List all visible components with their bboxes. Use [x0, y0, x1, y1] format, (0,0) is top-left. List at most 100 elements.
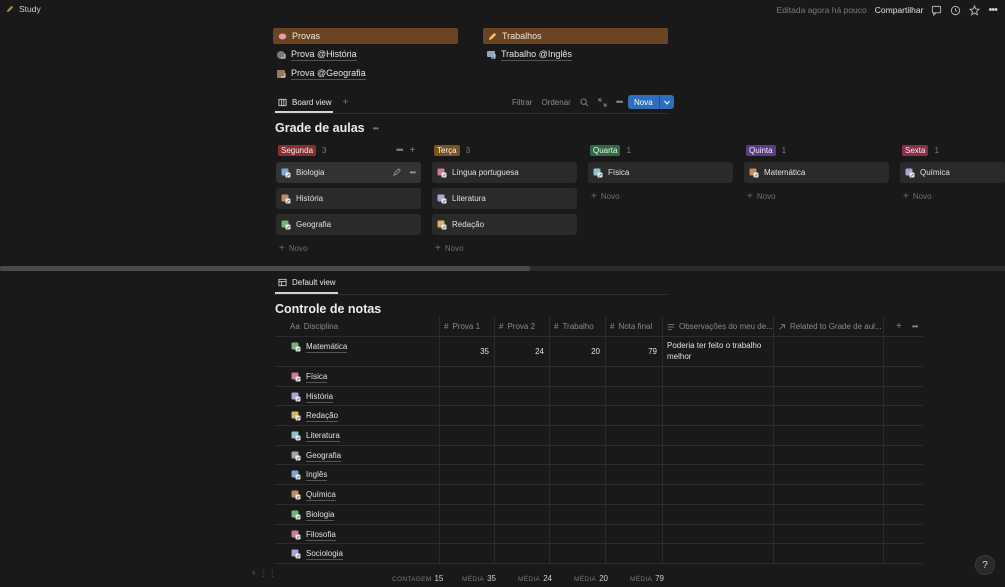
col-nota-final[interactable]: # Nota final: [606, 316, 663, 337]
add-new-card[interactable]: + Novo: [591, 191, 620, 202]
cell-p2[interactable]: [495, 406, 550, 426]
breadcrumb[interactable]: Study: [6, 4, 41, 14]
table-row[interactable]: Literatura: [275, 426, 923, 446]
cell-p2[interactable]: [495, 504, 550, 524]
cell-t[interactable]: [550, 426, 606, 445]
cell-disciplina[interactable]: Biologia: [275, 504, 440, 524]
cell-observacoes[interactable]: [663, 426, 774, 445]
cell-nf[interactable]: [606, 406, 663, 426]
board-column-header[interactable]: Quarta 1: [590, 145, 631, 156]
board-column-header[interactable]: Sexta 1: [902, 145, 939, 156]
more-icon[interactable]: •••: [988, 4, 998, 16]
cell-disciplina[interactable]: Química: [275, 485, 440, 504]
search-icon[interactable]: [580, 97, 589, 107]
col-related[interactable]: Related to Grade de aul...: [774, 316, 884, 337]
table-row[interactable]: Matemática 35 24 20 79 Poderia ter feito o tr…: [275, 337, 923, 367]
cell-related[interactable]: [774, 426, 884, 445]
board-card[interactable]: Redação: [432, 214, 577, 235]
cell-related[interactable]: [774, 406, 884, 426]
cell-observacoes[interactable]: [663, 386, 774, 406]
cell-related[interactable]: [774, 386, 884, 406]
avg-prova2[interactable]: MÉDIA 24: [518, 574, 574, 583]
cell-t[interactable]: [550, 544, 606, 563]
cell-related[interactable]: [774, 544, 884, 563]
drag-handle-icon[interactable]: + ⋮⋮: [251, 568, 277, 579]
table-row[interactable]: História: [275, 386, 923, 407]
board-card[interactable]: Geografia: [276, 214, 421, 235]
cell-p2[interactable]: [495, 544, 550, 563]
col-disciplina[interactable]: Aa Disciplina: [275, 316, 440, 337]
cell-nf[interactable]: [606, 524, 663, 544]
cell-nf[interactable]: [606, 426, 663, 445]
expand-icon[interactable]: [598, 97, 607, 107]
cell-disciplina[interactable]: Filosofia: [275, 524, 440, 544]
cell-nf[interactable]: [606, 445, 663, 465]
chevron-down-icon[interactable]: [658, 95, 674, 109]
table-row[interactable]: Sociologia: [275, 544, 923, 564]
table-row[interactable]: Geografia: [275, 445, 923, 466]
count-calc[interactable]: CONTAGEM 15: [392, 574, 462, 583]
board-column-header[interactable]: Terça 3: [434, 145, 470, 156]
cell-observacoes[interactable]: [663, 524, 774, 544]
avg-nota-final[interactable]: MÉDIA 79: [630, 574, 686, 583]
link-prova-historia[interactable]: Prova @História: [276, 49, 357, 61]
edit-icon[interactable]: [392, 168, 401, 176]
add-new-card[interactable]: + Novo: [747, 191, 776, 202]
add-new-card[interactable]: + Novo: [435, 243, 464, 254]
share-button[interactable]: Compartilhar: [875, 5, 924, 15]
sort-button[interactable]: Ordenar: [541, 98, 570, 107]
add-card-icon[interactable]: +: [409, 145, 415, 156]
cell-observacoes[interactable]: [663, 485, 774, 504]
cell-t[interactable]: [550, 445, 606, 465]
cell-nf[interactable]: [606, 367, 663, 386]
cell-t[interactable]: [550, 485, 606, 504]
cell-p2[interactable]: [495, 386, 550, 406]
cell-t[interactable]: [550, 367, 606, 386]
cell-p2[interactable]: 24: [495, 337, 550, 366]
cell-nf[interactable]: [606, 504, 663, 524]
cell-p2[interactable]: [495, 426, 550, 445]
board-card[interactable]: Química: [900, 162, 1005, 183]
cell-p1[interactable]: [440, 406, 495, 426]
cell-t[interactable]: [550, 386, 606, 406]
cell-p1[interactable]: [440, 504, 495, 524]
cell-nf[interactable]: 79: [606, 337, 663, 366]
history-icon[interactable]: [950, 5, 961, 16]
cell-disciplina[interactable]: Geografia: [275, 445, 440, 465]
cell-p1[interactable]: [440, 386, 495, 406]
more-icon[interactable]: •••: [396, 145, 404, 156]
cell-disciplina[interactable]: Física: [275, 367, 440, 386]
cell-t[interactable]: 20: [550, 337, 606, 366]
cell-nf[interactable]: [606, 485, 663, 504]
board-card[interactable]: Língua portuguesa: [432, 162, 577, 183]
table-row[interactable]: Física: [275, 367, 923, 387]
new-button[interactable]: Nova: [628, 95, 674, 109]
cell-t[interactable]: [550, 504, 606, 524]
more-icon[interactable]: •••: [373, 124, 379, 133]
cell-p1[interactable]: [440, 524, 495, 544]
table-row[interactable]: Biologia: [275, 504, 923, 525]
help-button[interactable]: ?: [975, 555, 995, 575]
filter-button[interactable]: Filtrar: [512, 98, 532, 107]
cell-t[interactable]: [550, 465, 606, 485]
more-icon[interactable]: •••: [410, 168, 416, 177]
add-new-card[interactable]: + Novo: [903, 191, 932, 202]
cell-p1[interactable]: [440, 465, 495, 485]
cell-related[interactable]: [774, 485, 884, 504]
cell-disciplina[interactable]: História: [275, 386, 440, 406]
cell-related[interactable]: [774, 337, 884, 366]
board-card[interactable]: História: [276, 188, 421, 209]
cell-observacoes[interactable]: [663, 367, 774, 386]
cell-related[interactable]: [774, 445, 884, 465]
cell-observacoes[interactable]: [663, 445, 774, 465]
cell-related[interactable]: [774, 504, 884, 524]
more-icon[interactable]: •••: [912, 322, 918, 331]
add-new-card[interactable]: + Novo: [279, 243, 308, 254]
table-row[interactable]: Química: [275, 485, 923, 505]
cell-observacoes[interactable]: [663, 465, 774, 485]
col-observacoes[interactable]: Observações do meu de...: [663, 316, 774, 337]
col-trabalho[interactable]: # Trabalho: [550, 316, 606, 337]
cell-p1[interactable]: 35: [440, 337, 495, 366]
cell-p2[interactable]: [495, 465, 550, 485]
cell-p1[interactable]: [440, 367, 495, 386]
